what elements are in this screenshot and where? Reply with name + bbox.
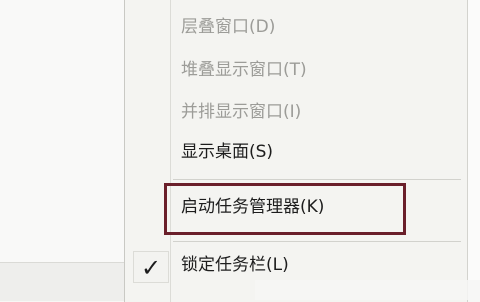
taskbar-strip bbox=[0, 262, 124, 301]
menu-separator bbox=[173, 179, 461, 180]
menu-item-side-by-side-windows[interactable]: 并排显示窗口(I) bbox=[181, 97, 301, 127]
menu-item-cascade-windows[interactable]: 层叠窗口(D) bbox=[181, 12, 275, 42]
blurred-region bbox=[255, 280, 480, 300]
desktop-background bbox=[0, 0, 124, 300]
menu-item-stack-windows[interactable]: 堆叠显示窗口(T) bbox=[181, 55, 307, 85]
check-icon: ✓ bbox=[133, 251, 169, 283]
menu-separator bbox=[173, 241, 461, 242]
menu-item-show-desktop[interactable]: 显示桌面(S) bbox=[181, 137, 273, 167]
highlight-annotation-box bbox=[164, 183, 406, 235]
menu-item-lock-taskbar[interactable]: 锁定任务栏(L) bbox=[181, 250, 289, 280]
menu-icon-gutter bbox=[170, 0, 171, 302]
taskbar-context-menu: 层叠窗口(D) 堆叠显示窗口(T) 并排显示窗口(I) 显示桌面(S) 启动任务… bbox=[124, 0, 468, 302]
desktop-background-right bbox=[468, 0, 480, 300]
